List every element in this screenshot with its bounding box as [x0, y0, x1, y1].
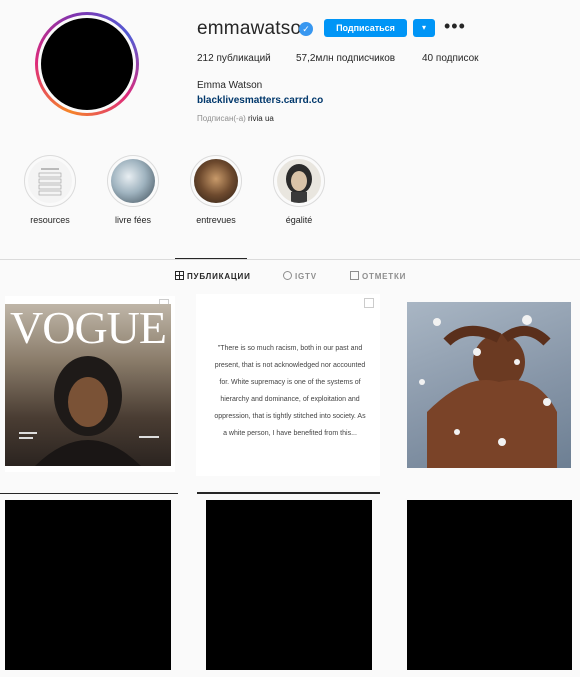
follow-button[interactable]: Подписаться [324, 19, 407, 37]
portrait-figure-icon [19, 356, 159, 466]
highlight-label-livre-fees[interactable]: livre fées [93, 215, 173, 225]
following-count[interactable]: 40 подписок [422, 53, 479, 64]
carousel-icon [364, 298, 374, 308]
profile-avatar-ring[interactable] [35, 12, 139, 116]
followed-by[interactable]: Подписан(-а) rivia ua [197, 114, 274, 123]
highlight-egalite[interactable] [273, 155, 325, 207]
row-separator [197, 492, 380, 494]
tag-icon [350, 271, 359, 280]
profile-full-name: Emma Watson [197, 80, 263, 91]
followers-count[interactable]: 57,2млн подписчиков [296, 53, 395, 64]
verified-badge-icon: ✓ [299, 22, 313, 36]
tab-posts-label: ПУБЛИКАЦИИ [187, 272, 251, 281]
highlight-livre-fees[interactable] [107, 155, 159, 207]
portrait-illustration-icon [286, 164, 312, 203]
profile-username: emmawatson [197, 18, 312, 39]
highlight-livre-fees-cover [111, 159, 155, 203]
post-hidden-2[interactable] [206, 500, 372, 670]
vogue-cover-image: VOGUE [5, 304, 171, 466]
avatar[interactable] [41, 18, 133, 110]
tab-igtv[interactable]: IGTV [283, 271, 317, 281]
resources-list-icon [38, 168, 62, 196]
post-art-painting[interactable] [407, 302, 571, 468]
tab-posts[interactable]: ПУБЛИКАЦИИ [175, 271, 251, 281]
followed-by-user[interactable]: rivia ua [248, 114, 274, 123]
highlight-entrevues-cover [194, 159, 238, 203]
highlight-resources[interactable] [24, 155, 76, 207]
suggestions-dropdown-button[interactable]: ▾ [413, 19, 435, 37]
highlight-label-entrevues[interactable]: entrevues [176, 215, 256, 225]
tab-igtv-label: IGTV [295, 272, 317, 281]
more-options-icon[interactable]: ••• [444, 16, 466, 37]
tab-tagged-label: ОТМЕТКИ [362, 272, 407, 281]
bio-link[interactable]: blacklivesmatters.carrd.co [197, 95, 323, 106]
post-vogue[interactable]: VOGUE [5, 296, 175, 472]
highlight-label-egalite[interactable]: égalité [259, 215, 339, 225]
tab-tagged[interactable]: ОТМЕТКИ [350, 271, 406, 281]
highlight-entrevues[interactable] [190, 155, 242, 207]
quote-text: "There is so much racism, both in our pa… [214, 345, 366, 437]
tabs-divider [0, 259, 580, 260]
post-quote[interactable]: "There is so much racism, both in our pa… [196, 294, 380, 476]
posts-count: 212 публикаций [197, 53, 271, 64]
row-separator [0, 493, 178, 494]
post-hidden-3[interactable] [407, 500, 572, 670]
post-hidden-1[interactable] [5, 500, 171, 670]
avatar-border [38, 15, 136, 113]
painting-figure-icon [419, 315, 557, 468]
highlight-resources-cover [28, 159, 72, 203]
active-tab-indicator [175, 258, 247, 259]
followed-by-prefix: Подписан(-а) [197, 114, 246, 123]
highlight-label-resources[interactable]: resources [10, 215, 90, 225]
tv-icon [283, 271, 292, 280]
highlight-egalite-cover [277, 159, 321, 203]
grid-icon [175, 271, 184, 280]
